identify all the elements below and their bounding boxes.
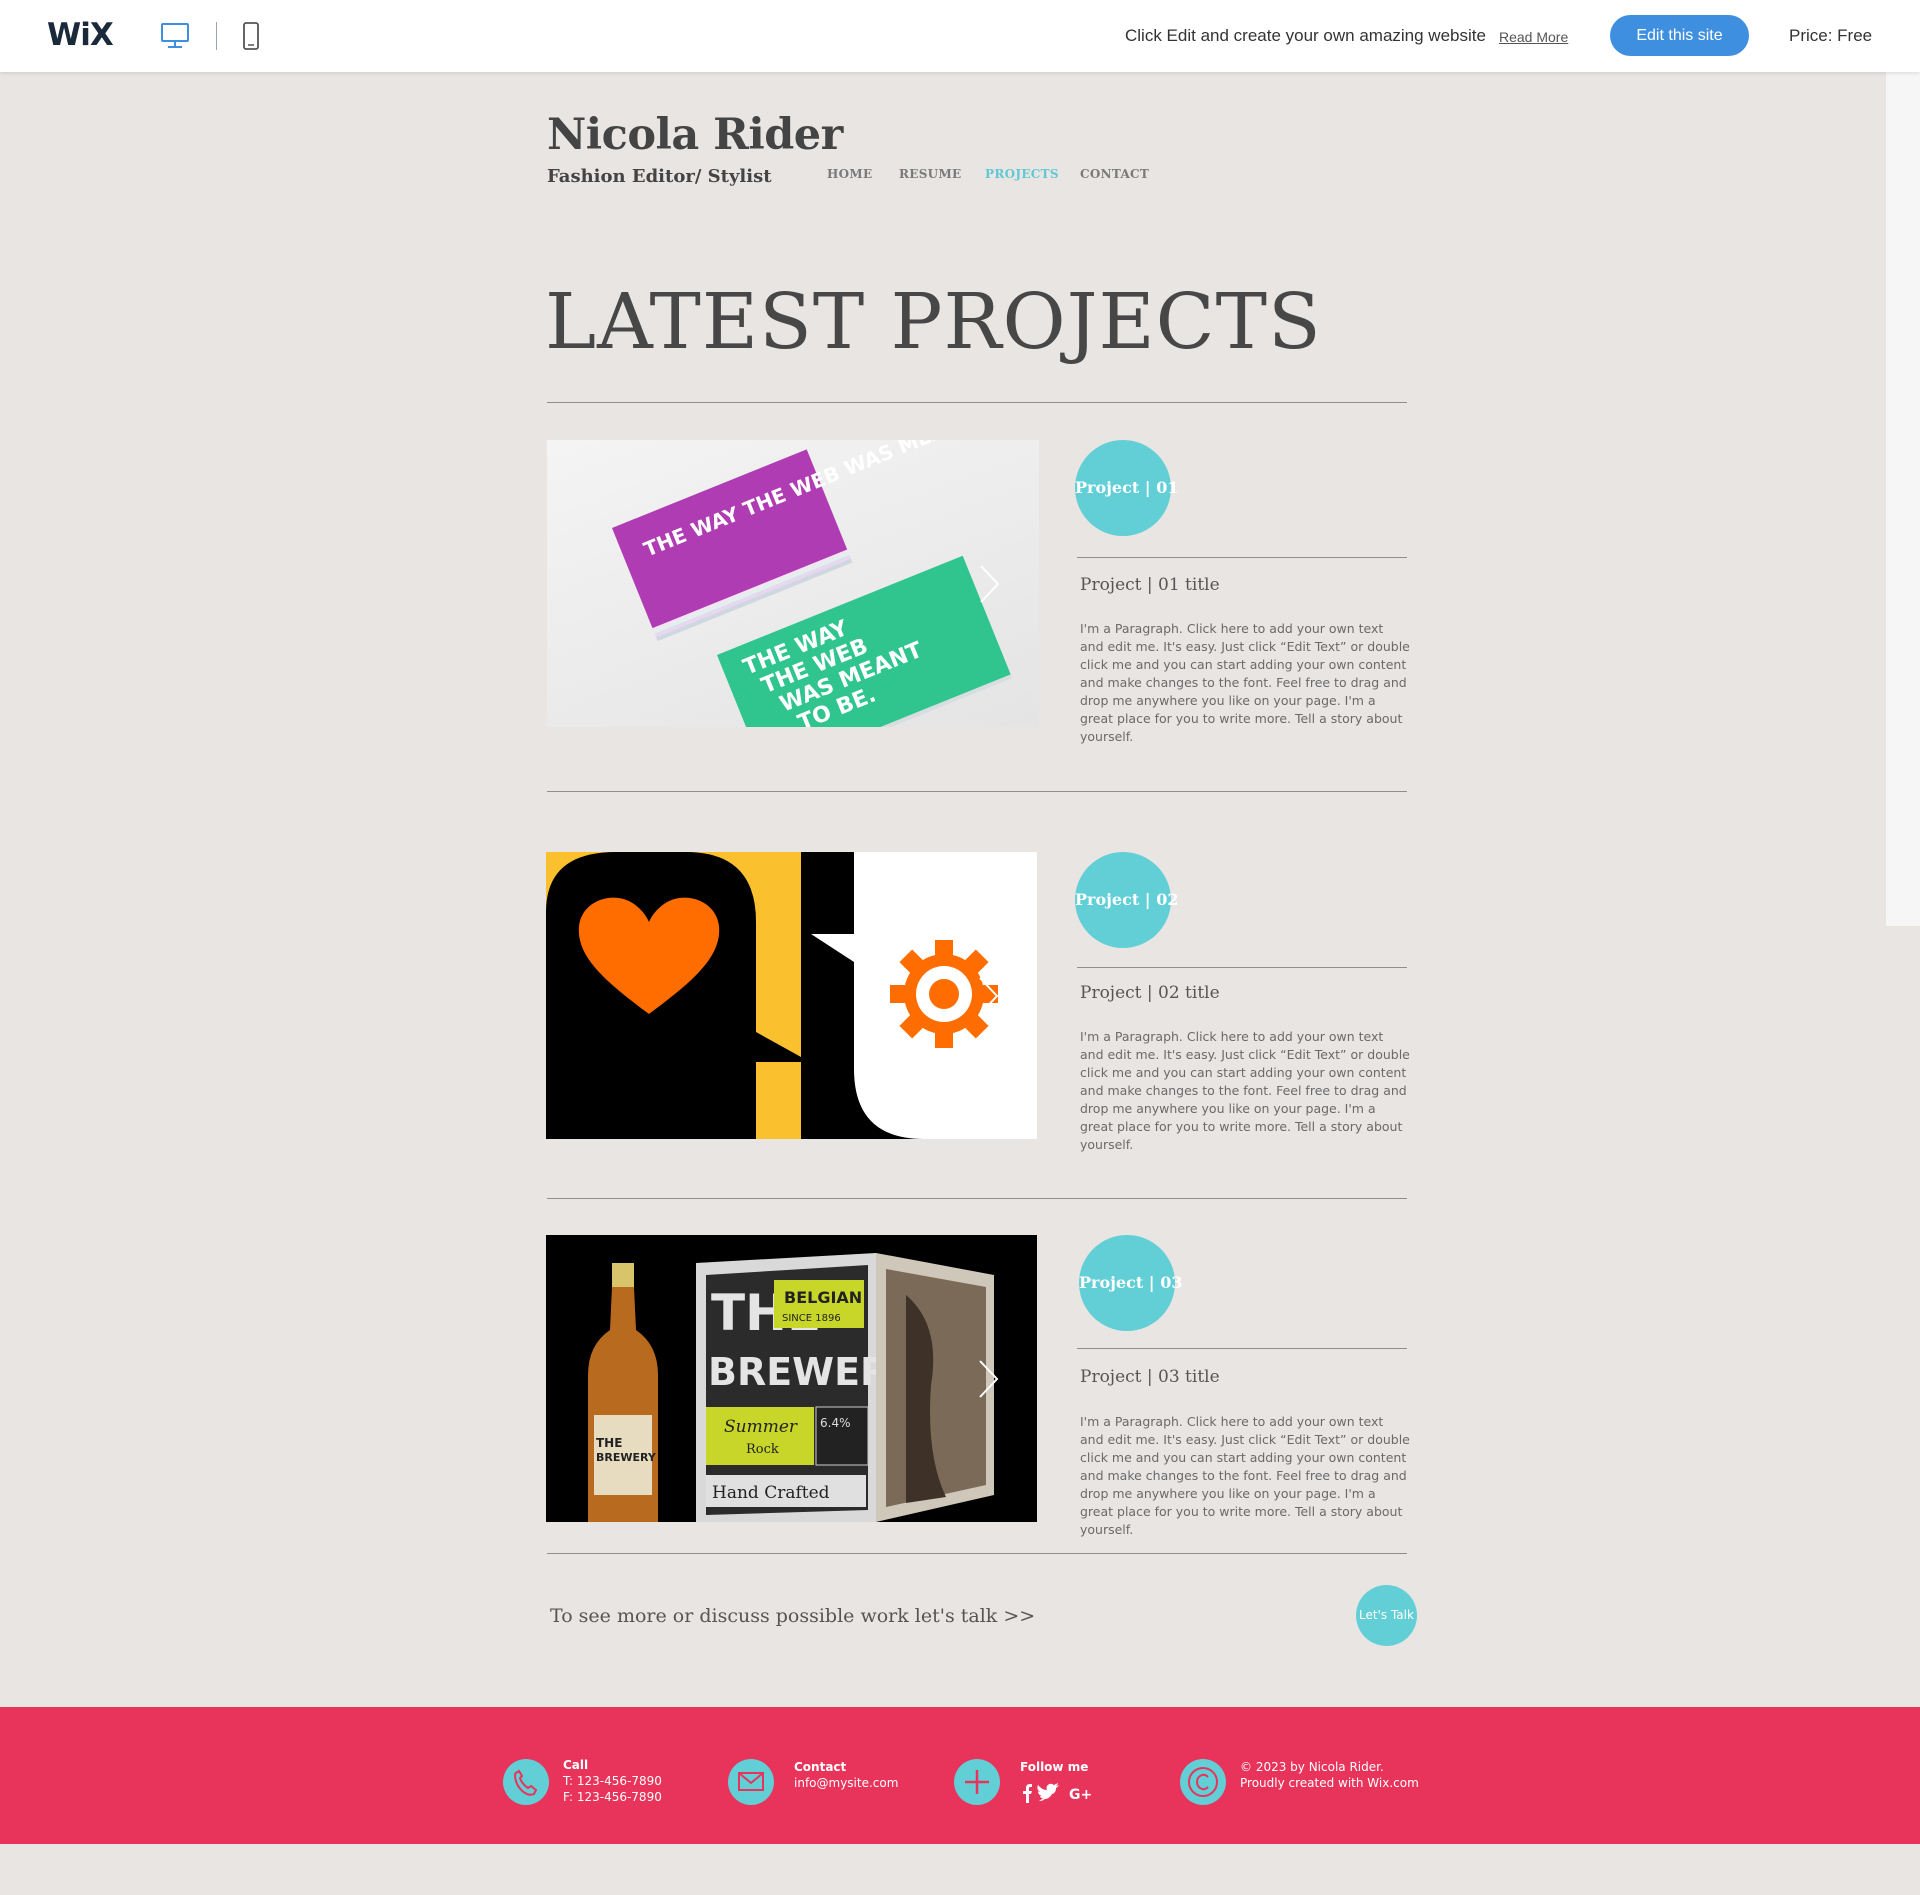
twitter-icon[interactable] [1037,1783,1059,1801]
footer-fax: F: 123-456-7890 [563,1790,662,1804]
divider [547,1198,1407,1199]
svg-text:G+: G+ [1069,1787,1092,1803]
plus-icon [954,1759,1000,1805]
phone-icon [503,1759,549,1805]
site-subtitle: Fashion Editor/ Stylist [547,166,772,187]
device-separator [216,22,217,50]
footer-contact: Contact info@mysite.com [794,1759,898,1791]
svg-text:SINCE 1896: SINCE 1896 [782,1313,841,1324]
next-arrow-icon[interactable] [977,564,1001,604]
project-01-image[interactable]: THE WAY THE WEB WAS MEANT TO BE. THE WAY… [547,440,1039,727]
edit-site-button[interactable]: Edit this site [1610,15,1749,56]
divider [1077,1348,1407,1349]
divider [1077,967,1407,968]
project-01-description: I'm a Paragraph. Click here to add your … [1080,621,1410,744]
mail-icon [728,1759,774,1805]
site-name[interactable]: Nicola Rider [547,110,843,160]
page-title: LATEST PROJECTS [545,278,1322,367]
mobile-view-icon[interactable] [242,21,260,51]
footer-follow-label: Follow me [1020,1760,1089,1774]
project-03-image[interactable]: THE BREWERY THE BELGIAN SINCE 1896 BREWE… [546,1235,1037,1522]
copyright-icon [1180,1759,1226,1805]
lets-talk-button[interactable]: Let's Talk [1356,1585,1417,1646]
divider [547,791,1407,792]
svg-text:6.4%: 6.4% [820,1416,851,1430]
social-icons: G+ [1023,1783,1092,1803]
svg-text:BELGIAN: BELGIAN [784,1288,862,1307]
brewery-packaging-graphic: THE BREWERY THE BELGIAN SINCE 1896 BREWE… [546,1235,1037,1522]
project-03-badge[interactable]: Project | 03 [1079,1235,1182,1331]
project-03-title: Project | 03 title [1080,1367,1220,1387]
divider [547,1553,1407,1554]
svg-text:Summer: Summer [724,1417,798,1437]
scrollbar-track[interactable] [1886,72,1920,926]
project-03-description: I'm a Paragraph. Click here to add your … [1080,1414,1410,1537]
project-01-badge[interactable]: Project | 01 [1075,440,1178,536]
svg-text:BREWERY: BREWERY [596,1451,657,1464]
cta-text: To see more or discuss possible work let… [550,1605,1036,1627]
project-02-title: Project | 02 title [1080,983,1220,1003]
promo-text: Click Edit and create your own amazing w… [1125,26,1486,45]
nav-resume[interactable]: RESUME [899,167,961,181]
heart-gear-graphic [546,852,1037,1139]
footer-follow: Follow me [1020,1759,1088,1775]
copyright-line-2[interactable]: Proudly created with Wix.com [1240,1776,1419,1790]
project-02-image[interactable] [546,852,1037,1139]
divider [1077,557,1407,558]
divider [547,402,1407,403]
business-cards-graphic: THE WAY THE WEB WAS MEANT TO BE. THE WAY… [612,440,1039,727]
desktop-view-icon[interactable] [160,22,190,50]
wix-top-bar: WiX Click Edit and create your own amazi… [0,0,1920,72]
nav-home[interactable]: HOME [827,167,872,181]
read-more-link[interactable]: Read More [1499,29,1568,45]
footer-email-link[interactable]: info@mysite.com [794,1776,898,1790]
svg-text:Rock: Rock [746,1442,779,1457]
next-arrow-icon[interactable] [976,976,1000,1016]
project-02-description: I'm a Paragraph. Click here to add your … [1080,1029,1410,1152]
google-plus-icon[interactable]: G+ [1069,1787,1092,1803]
footer-copyright: © 2023 by Nicola Rider. Proudly created … [1240,1759,1419,1791]
footer-phone[interactable]: T: 123-456-7890 [563,1774,662,1788]
copyright-line-1: © 2023 by Nicola Rider. [1240,1760,1384,1774]
footer-call-label: Call [563,1758,589,1772]
footer-contact-label: Contact [794,1760,847,1774]
footer-call: Call T: 123-456-7890 F: 123-456-7890 [563,1757,662,1805]
project-01-title: Project | 01 title [1080,575,1220,595]
nav-projects[interactable]: PROJECTS [985,167,1059,181]
facebook-icon[interactable] [1023,1784,1032,1803]
next-arrow-icon[interactable] [976,1359,1000,1399]
nav-contact[interactable]: CONTACT [1080,167,1149,181]
price-label: Price: Free [1789,26,1873,45]
wix-logo[interactable]: WiX [47,17,114,53]
svg-text:Hand Crafted: Hand Crafted [712,1483,830,1503]
project-02-badge[interactable]: Project | 02 [1075,852,1178,948]
svg-text:THE: THE [596,1436,622,1450]
